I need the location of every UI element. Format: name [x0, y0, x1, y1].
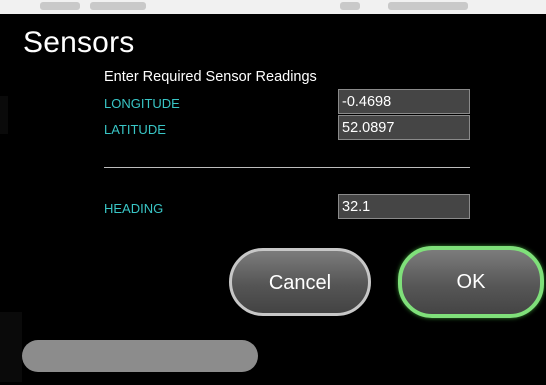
heading-input[interactable]: 32.1 [338, 194, 470, 219]
screen: Sensors Enter Required Sensor Readings L… [0, 0, 546, 385]
latitude-input[interactable]: 52.0897 [338, 115, 470, 140]
heading-label: HEADING [104, 201, 164, 216]
background-blur [340, 2, 360, 10]
dialog-title: Sensors [23, 26, 135, 59]
cancel-button[interactable]: Cancel [229, 248, 371, 316]
background-edge [0, 96, 8, 134]
longitude-label: LONGITUDE [104, 96, 180, 111]
background-blur [388, 2, 468, 10]
background-window-strip [0, 0, 546, 14]
background-pill [22, 340, 258, 372]
ok-button[interactable]: OK [398, 246, 544, 318]
longitude-input[interactable]: -0.4698 [338, 89, 470, 114]
background-blur [90, 2, 146, 10]
background-blur [40, 2, 80, 10]
sensors-dialog: Sensors Enter Required Sensor Readings L… [0, 14, 546, 385]
latitude-label: LATITUDE [104, 122, 166, 137]
background-edge [0, 312, 22, 382]
divider [104, 167, 470, 168]
dialog-prompt: Enter Required Sensor Readings [104, 69, 317, 85]
